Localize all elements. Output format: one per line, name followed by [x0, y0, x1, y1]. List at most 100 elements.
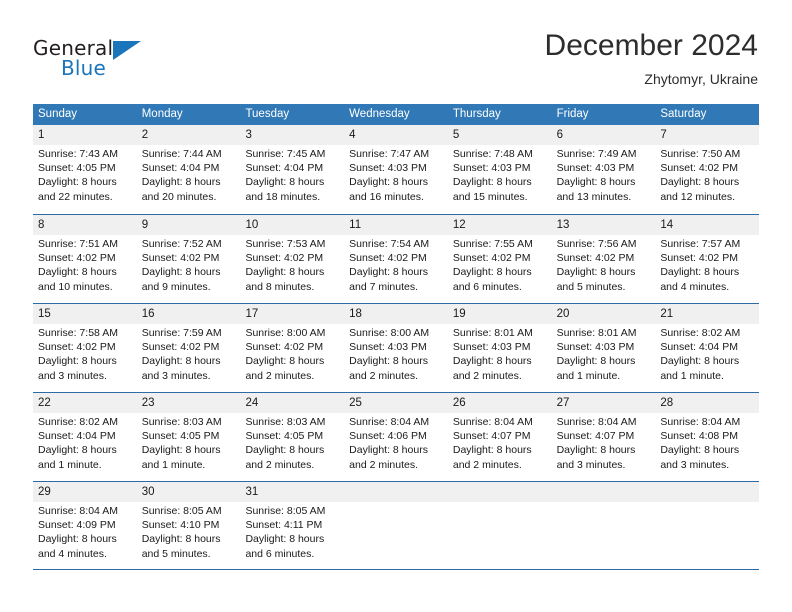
day-detail-line: Sunrise: 8:02 AM — [38, 416, 118, 428]
day-detail-line: and 1 minute. — [556, 369, 621, 382]
day-details: Sunrise: 8:04 AM Sunset: 4:08 PM Daylight:… — [660, 415, 756, 472]
day-cell[interactable]: 12 Sunrise: 7:55 AM Sunset: 4:02 PM Dayligh… — [448, 215, 552, 303]
day-cell[interactable]: 6 Sunrise: 7:49 AM Sunset: 4:03 PM Daylight… — [552, 125, 656, 214]
day-cell[interactable]: 8 Sunrise: 7:51 AM Sunset: 4:02 PM Daylight… — [33, 215, 137, 303]
weekday-header-thursday: Thursday — [452, 108, 501, 120]
day-detail-line: Daylight: 8 hours — [660, 176, 740, 189]
day-cell[interactable]: 19 Sunrise: 8:01 AM Sunset: 4:03 PM Dayligh… — [448, 304, 552, 392]
day-detail-line: Daylight: 8 hours — [556, 266, 636, 279]
day-details: Sunrise: 7:48 AM Sunset: 4:03 PM Daylight:… — [453, 147, 549, 204]
day-detail-line: Sunrise: 8:03 AM — [141, 416, 222, 428]
day-detail-line: and 20 minutes. — [141, 190, 217, 203]
day-detail-line: and 1 minute. — [141, 458, 206, 471]
day-detail-line: Sunset: 4:02 PM — [660, 162, 738, 175]
day-cell[interactable]: 23 Sunrise: 8:03 AM Sunset: 4:05 PM Dayligh… — [137, 393, 241, 481]
day-detail-line: Sunset: 4:04 PM — [245, 162, 324, 175]
day-number: 20 — [556, 308, 570, 320]
day-detail-line: Sunrise: 7:47 AM — [349, 148, 430, 160]
day-detail-line: Daylight: 8 hours — [660, 355, 740, 368]
day-detail-line: Daylight: 8 hours — [141, 266, 221, 279]
day-detail-line: Daylight: 8 hours — [660, 266, 740, 279]
day-cell[interactable]: 9 Sunrise: 7:52 AM Sunset: 4:02 PM Daylight… — [137, 215, 241, 303]
day-details: Sunrise: 7:57 AM Sunset: 4:02 PM Daylight:… — [660, 237, 756, 294]
day-cell[interactable]: 27 Sunrise: 8:04 AM Sunset: 4:07 PM Dayligh… — [552, 393, 656, 481]
day-cell[interactable]: 25 Sunrise: 8:04 AM Sunset: 4:06 PM Dayligh… — [344, 393, 448, 481]
day-cell[interactable]: 4 Sunrise: 7:47 AM Sunset: 4:03 PM Daylight… — [344, 125, 448, 214]
day-detail-line: Daylight: 8 hours — [349, 176, 428, 189]
day-detail-line: Sunset: 4:02 PM — [660, 252, 738, 265]
day-cell[interactable]: 5 Sunrise: 7:48 AM Sunset: 4:03 PM Daylight… — [448, 125, 552, 214]
day-cell[interactable]: 2 Sunrise: 7:44 AM Sunset: 4:04 PM Daylight… — [137, 125, 241, 214]
day-detail-line: Sunset: 4:05 PM — [38, 162, 116, 175]
day-detail-line: Daylight: 8 hours — [452, 444, 532, 457]
week-cells: 29 Sunrise: 8:04 AM Sunset: 4:09 PM Dayligh… — [33, 482, 759, 569]
day-detail-line: and 2 minutes. — [452, 369, 522, 382]
day-cell[interactable]: 26 Sunrise: 8:04 AM Sunset: 4:07 PM Dayligh… — [448, 393, 552, 481]
day-cell[interactable]: 7 Sunrise: 7:50 AM Sunset: 4:02 PM Daylight… — [655, 125, 759, 214]
day-detail-line: Sunset: 4:06 PM — [349, 430, 427, 443]
day-detail-line: Sunrise: 8:03 AM — [245, 416, 326, 428]
calendar-week-row: 8 Sunrise: 7:51 AM Sunset: 4:02 PM Daylight… — [33, 214, 759, 303]
day-details: Sunrise: 7:50 AM Sunset: 4:02 PM Daylight:… — [660, 147, 756, 204]
day-cell[interactable]: 14 Sunrise: 7:57 AM Sunset: 4:02 PM Dayligh… — [655, 215, 759, 303]
general-blue-logo[interactable]: General Blue — [33, 36, 153, 84]
day-detail-line: and 4 minutes. — [660, 280, 730, 293]
day-cell[interactable]: 15 Sunrise: 7:58 AM Sunset: 4:02 PM Dayligh… — [33, 304, 137, 392]
day-detail-line: Sunset: 4:09 PM — [38, 519, 116, 532]
weekday-header-friday: Friday — [556, 108, 589, 120]
day-detail-line: Sunrise: 8:02 AM — [660, 327, 741, 339]
day-cell[interactable]: 22 Sunrise: 8:02 AM Sunset: 4:04 PM Dayligh… — [33, 393, 137, 481]
day-detail-line: Sunrise: 8:04 AM — [38, 505, 118, 517]
day-number: 8 — [38, 219, 45, 231]
day-cell[interactable]: 21 Sunrise: 8:02 AM Sunset: 4:04 PM Dayligh… — [655, 304, 759, 392]
day-cell[interactable]: 29 Sunrise: 8:04 AM Sunset: 4:09 PM Dayligh… — [33, 482, 137, 569]
day-detail-line: and 6 minutes. — [452, 280, 522, 293]
week-cells: 8 Sunrise: 7:51 AM Sunset: 4:02 PM Daylight… — [33, 215, 759, 303]
day-cell[interactable]: 18 Sunrise: 8:00 AM Sunset: 4:03 PM Dayligh… — [344, 304, 448, 392]
weekday-header-monday: Monday — [141, 108, 183, 120]
day-cell[interactable]: 10 Sunrise: 7:53 AM Sunset: 4:02 PM Dayligh… — [240, 215, 344, 303]
day-number: 16 — [141, 308, 155, 320]
day-cell[interactable]: 20 Sunrise: 8:01 AM Sunset: 4:03 PM Dayligh… — [552, 304, 656, 392]
calendar-page: General Blue December 2024 Zhytomyr, Ukr… — [0, 0, 792, 612]
day-cell[interactable]: 16 Sunrise: 7:59 AM Sunset: 4:02 PM Dayligh… — [137, 304, 241, 392]
day-cell[interactable]: 13 Sunrise: 7:56 AM Sunset: 4:02 PM Dayligh… — [552, 215, 656, 303]
day-detail-line: Sunrise: 8:00 AM — [349, 327, 430, 339]
day-number: 14 — [660, 219, 674, 231]
day-detail-line: and 7 minutes. — [349, 280, 419, 293]
day-detail-line: Daylight: 8 hours — [245, 533, 325, 546]
day-cell[interactable]: 28 Sunrise: 8:04 AM Sunset: 4:08 PM Dayligh… — [655, 393, 759, 481]
day-detail-line: and 5 minutes. — [141, 547, 211, 560]
day-detail-line: Sunrise: 7:55 AM — [452, 238, 533, 250]
day-detail-line: and 3 minutes. — [38, 369, 107, 382]
day-detail-line: and 18 minutes. — [245, 190, 321, 203]
day-detail-line: Sunset: 4:04 PM — [141, 162, 220, 175]
day-details: Sunrise: 7:59 AM Sunset: 4:02 PM Daylight:… — [142, 326, 238, 383]
day-cell[interactable]: 24 Sunrise: 8:03 AM Sunset: 4:05 PM Dayligh… — [240, 393, 344, 481]
day-cell[interactable]: 11 Sunrise: 7:54 AM Sunset: 4:02 PM Dayligh… — [344, 215, 448, 303]
day-details: Sunrise: 8:02 AM Sunset: 4:04 PM Daylight:… — [38, 415, 134, 472]
calendar-week-row: 22 Sunrise: 8:02 AM Sunset: 4:04 PM Dayligh… — [33, 392, 759, 481]
day-details: Sunrise: 7:53 AM Sunset: 4:02 PM Daylight:… — [245, 237, 341, 294]
day-number: 21 — [660, 308, 674, 320]
day-detail-line: Daylight: 8 hours — [141, 533, 221, 546]
day-detail-line: Sunrise: 7:58 AM — [38, 327, 118, 339]
day-detail-line: Sunrise: 8:04 AM — [556, 416, 637, 428]
page-title: December 2024 — [544, 29, 758, 62]
day-detail-line: Daylight: 8 hours — [556, 176, 636, 189]
day-detail-line: Sunset: 4:04 PM — [660, 341, 738, 354]
day-detail-line: and 2 minutes. — [245, 369, 315, 382]
day-details: Sunrise: 8:00 AM Sunset: 4:03 PM Daylight:… — [349, 326, 445, 383]
day-cell[interactable]: 1 Sunrise: 7:43 AM Sunset: 4:05 PM Daylight… — [33, 125, 137, 214]
day-cell[interactable]: 17 Sunrise: 8:00 AM Sunset: 4:02 PM Dayligh… — [240, 304, 344, 392]
day-cell[interactable]: 30 Sunrise: 8:05 AM Sunset: 4:10 PM Dayligh… — [137, 482, 241, 569]
day-detail-line: Sunset: 4:02 PM — [245, 252, 324, 265]
day-number: 27 — [556, 397, 570, 409]
day-detail-line: Daylight: 8 hours — [452, 266, 532, 279]
day-number: 10 — [245, 219, 259, 231]
day-detail-line: and 4 minutes. — [38, 547, 107, 560]
day-cell[interactable]: 31 Sunrise: 8:05 AM Sunset: 4:11 PM Dayligh… — [240, 482, 344, 569]
day-cell[interactable]: 3 Sunrise: 7:45 AM Sunset: 4:04 PM Daylight… — [240, 125, 344, 214]
day-details: Sunrise: 7:58 AM Sunset: 4:02 PM Daylight:… — [38, 326, 134, 383]
day-detail-line: Sunset: 4:04 PM — [38, 430, 116, 443]
